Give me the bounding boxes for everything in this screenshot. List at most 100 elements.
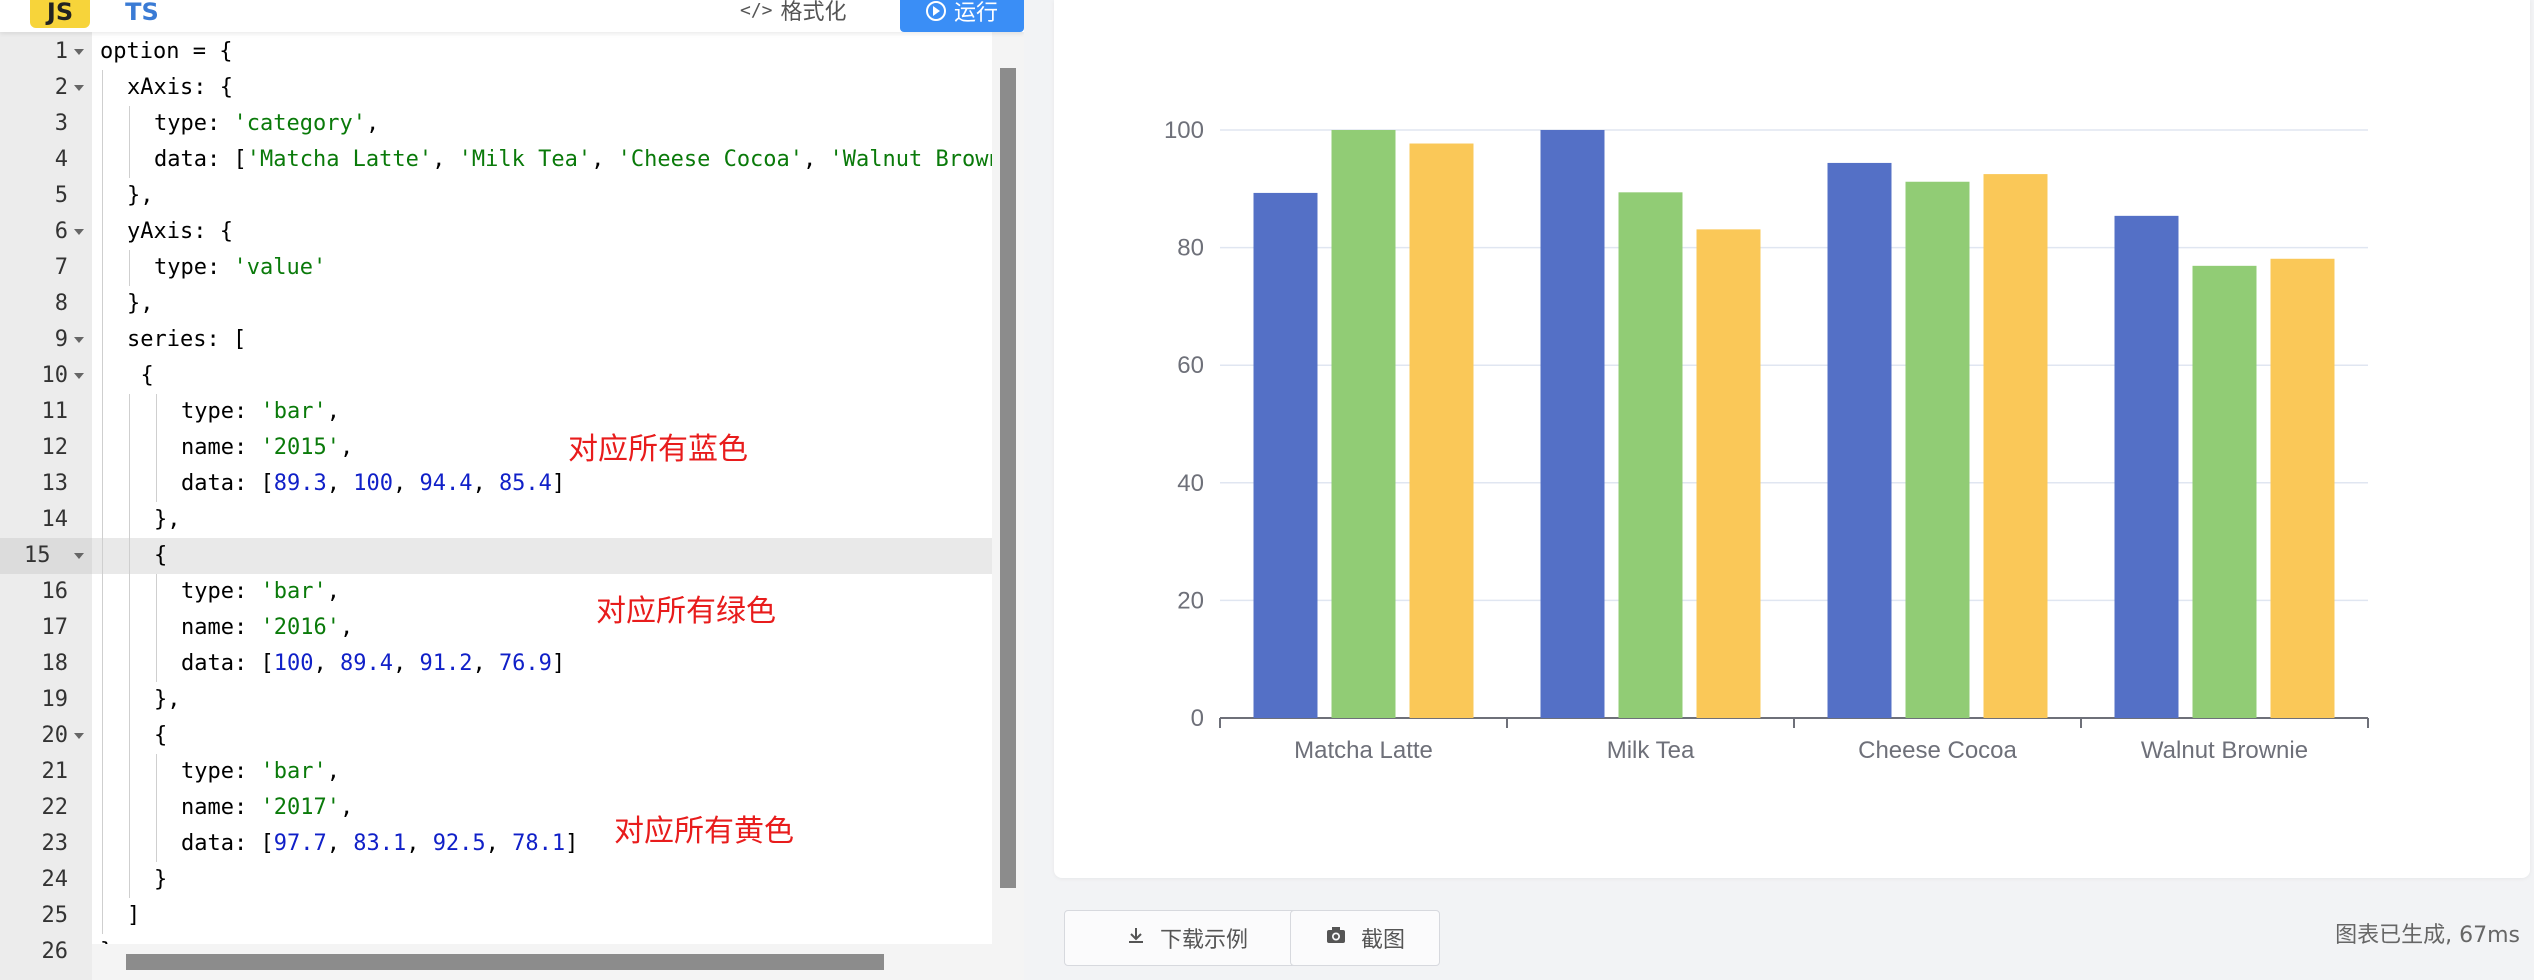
- code-token: ,: [326, 831, 354, 856]
- code-token: xAxis: {: [127, 75, 233, 100]
- indent-guide: [102, 142, 103, 178]
- code-line[interactable]: 18 data: [100, 89.4, 91.2, 76.9]: [0, 646, 992, 682]
- code-line[interactable]: 3 type: 'category',: [0, 106, 992, 142]
- code-token: ,: [406, 831, 433, 856]
- code-line[interactable]: 22 name: '2017',: [0, 790, 992, 826]
- indent-guide: [102, 250, 103, 286]
- number-token: 91.2: [419, 651, 473, 676]
- indent-guide: [129, 754, 130, 790]
- code-line[interactable]: 5},: [0, 178, 992, 214]
- code-token: type:: [154, 255, 234, 280]
- line-number: 24: [41, 867, 69, 892]
- code-line[interactable]: 1 option = {: [0, 34, 992, 70]
- tab-js[interactable]: JS: [30, 0, 90, 28]
- run-button[interactable]: 运行: [900, 0, 1024, 32]
- line-number: 2: [54, 75, 68, 100]
- bar: [2270, 258, 2335, 718]
- code-line[interactable]: 11 type: 'bar',: [0, 394, 992, 430]
- string-token: 'Walnut Brown: [829, 147, 1002, 172]
- line-number: 16: [41, 579, 69, 604]
- code-line[interactable]: 20 {: [0, 718, 992, 754]
- code-token: ]: [551, 471, 566, 496]
- code-text: type: 'bar',: [181, 574, 340, 610]
- code-token: ,: [326, 579, 340, 604]
- annotation-yellow: 对应所有黄色: [614, 814, 794, 849]
- annotation-green: 对应所有绿色: [596, 594, 776, 629]
- code-token: {: [140, 363, 154, 388]
- code-line[interactable]: 4 data: ['Matcha Latte', 'Milk Tea', 'Che…: [0, 142, 1002, 178]
- number-token: 78.1: [512, 831, 566, 856]
- fold-arrow-icon[interactable]: [74, 49, 84, 55]
- horizontal-scrollbar[interactable]: [126, 954, 884, 970]
- vertical-scrollbar[interactable]: [1000, 68, 1016, 888]
- fold-arrow-icon[interactable]: [74, 373, 84, 379]
- indent-guide: [129, 502, 130, 538]
- indent-guide: [156, 430, 157, 466]
- code-line[interactable]: 16 type: 'bar',: [0, 574, 992, 610]
- screenshot-button[interactable]: 截图: [1290, 910, 1440, 966]
- tab-ts[interactable]: TS: [112, 0, 172, 28]
- code-line[interactable]: 12 name: '2015',: [0, 430, 992, 466]
- code-token: ,: [365, 111, 380, 136]
- indent-guide: [129, 538, 130, 574]
- code-token: ]: [565, 831, 579, 856]
- code-line[interactable]: 2 xAxis: {: [0, 70, 992, 106]
- format-button[interactable]: </> 格式化: [740, 0, 847, 28]
- code-token: },: [154, 687, 181, 712]
- line-number: 4: [54, 147, 68, 172]
- indent-guide: [129, 646, 130, 682]
- code-line[interactable]: 19},: [0, 682, 992, 718]
- line-number: 10: [41, 363, 69, 388]
- code-line[interactable]: 6 yAxis: {: [0, 214, 992, 250]
- line-number: 11: [41, 399, 69, 424]
- code-token: ,: [432, 147, 459, 172]
- number-token: 83.1: [353, 831, 407, 856]
- download-example-button[interactable]: 下载示例: [1064, 910, 1310, 966]
- line-number: 25: [41, 903, 69, 928]
- fold-arrow-icon[interactable]: [74, 337, 84, 343]
- indent-guide: [156, 466, 157, 502]
- y-tick-label: 40: [1177, 470, 1204, 497]
- line-number: 13: [41, 471, 69, 496]
- y-tick-label: 80: [1177, 235, 1204, 262]
- string-token: 'Cheese Cocoa': [617, 147, 804, 172]
- fold-arrow-icon[interactable]: [74, 85, 84, 91]
- fold-arrow-icon[interactable]: [74, 553, 84, 559]
- indent-guide: [129, 430, 130, 466]
- code-token: ,: [485, 831, 513, 856]
- code-line[interactable]: 13 data: [89.3, 100, 94.4, 85.4]: [0, 466, 992, 502]
- code-text: },: [127, 286, 154, 322]
- number-token: 97.7: [273, 831, 327, 856]
- code-text: ]: [127, 898, 140, 934]
- bar: [2114, 215, 2179, 718]
- code-token: data: [: [181, 651, 274, 676]
- fold-arrow-icon[interactable]: [74, 733, 84, 739]
- code-token: ]: [127, 903, 141, 928]
- string-token: 'category': [233, 111, 366, 136]
- string-token: 'value': [233, 255, 327, 280]
- indent-guide: [102, 646, 103, 682]
- code-token: type:: [181, 399, 261, 424]
- code-line[interactable]: 23 data: [97.7, 83.1, 92.5, 78.1]: [0, 826, 992, 862]
- code-line[interactable]: 8},: [0, 286, 992, 322]
- line-number: 14: [41, 507, 69, 532]
- code-icon: </>: [740, 0, 773, 21]
- code-line[interactable]: 10 {: [0, 358, 992, 394]
- code-line[interactable]: 7 type: 'value': [0, 250, 992, 286]
- code-token: ,: [472, 471, 499, 496]
- code-line[interactable]: 17 name: '2016',: [0, 610, 992, 646]
- indent-guide: [102, 70, 103, 106]
- bar: [2192, 265, 2257, 718]
- code-token: name:: [181, 795, 261, 820]
- code-token: ]: [551, 651, 566, 676]
- code-line[interactable]: 9 series: [: [0, 322, 992, 358]
- code-line[interactable]: 15{: [0, 538, 992, 574]
- code-token: yAxis: {: [127, 219, 233, 244]
- fold-arrow-icon[interactable]: [74, 229, 84, 235]
- code-text: data: [97.7, 83.1, 92.5, 78.1]: [181, 826, 578, 862]
- code-line[interactable]: 24}: [0, 862, 992, 898]
- bar: [1331, 130, 1396, 718]
- code-line[interactable]: 25]: [0, 898, 992, 934]
- code-line[interactable]: 21 type: 'bar',: [0, 754, 992, 790]
- code-line[interactable]: 14},: [0, 502, 992, 538]
